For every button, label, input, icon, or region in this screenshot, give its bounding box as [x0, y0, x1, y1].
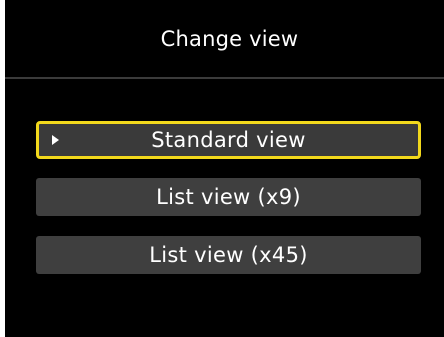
menu-item-label: List view (x9) [156, 185, 301, 209]
printer-display: Change view Standard view List view (x9)… [5, 0, 444, 337]
menu-item-label: Standard view [151, 128, 306, 152]
menu-item-standard-view[interactable]: Standard view [36, 121, 421, 159]
menu-item-list-view-x9[interactable]: List view (x9) [36, 178, 421, 216]
title-bar: Change view [5, 0, 444, 77]
menu-item-list-view-x45[interactable]: List view (x45) [36, 236, 421, 274]
menu-item-label: List view (x45) [149, 243, 308, 267]
selection-arrow-icon [52, 135, 59, 145]
title-divider [5, 77, 444, 79]
screen-title: Change view [160, 26, 299, 51]
